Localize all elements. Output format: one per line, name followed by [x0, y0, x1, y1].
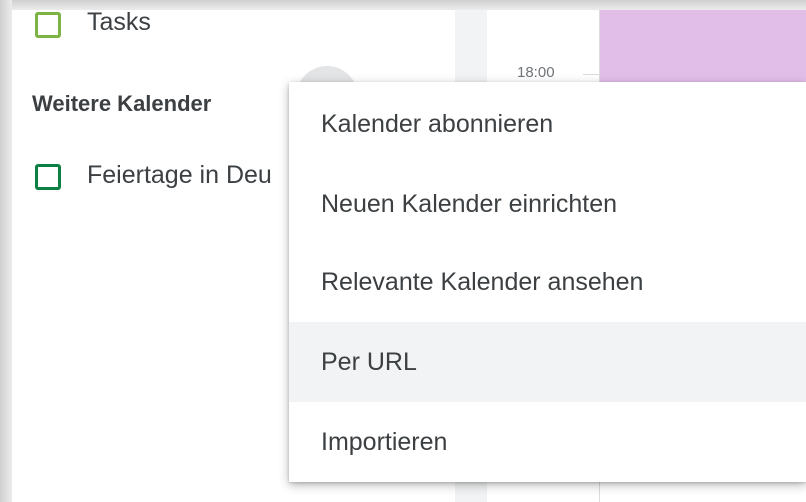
- holidays-checkbox[interactable]: [35, 164, 61, 190]
- add-calendar-menu: Kalender abonnieren Neuen Kalender einri…: [289, 82, 806, 482]
- menu-item-browse-calendars[interactable]: Relevante Kalender ansehen: [289, 242, 806, 322]
- menu-item-create-calendar[interactable]: Neuen Kalender einrichten: [289, 164, 806, 244]
- tasks-calendar-label: Tasks: [87, 8, 151, 36]
- menu-item-import[interactable]: Importieren: [289, 402, 806, 482]
- hour-gridline: [583, 74, 599, 75]
- menu-item-from-url[interactable]: Per URL: [289, 322, 806, 402]
- window-frame-left: [0, 0, 12, 502]
- other-calendars-heading: Weitere Kalender: [32, 91, 212, 116]
- time-label: 18:00: [517, 64, 555, 81]
- menu-item-subscribe[interactable]: Kalender abonnieren: [289, 84, 806, 164]
- tasks-checkbox[interactable]: [35, 12, 61, 38]
- holidays-calendar-label: Feiertage in Deu: [87, 161, 272, 189]
